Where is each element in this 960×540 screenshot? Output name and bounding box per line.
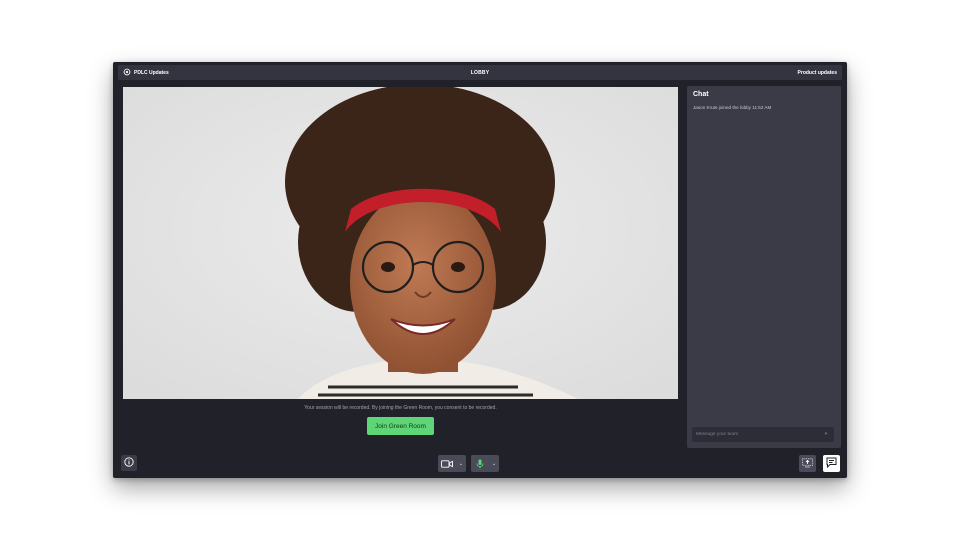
microphone-icon[interactable] — [471, 455, 489, 472]
microphone-control[interactable]: ⌄ — [471, 455, 499, 472]
top-bar: PDLC Updates LOBBY Product updates — [118, 65, 842, 80]
video-preview — [123, 87, 678, 399]
room-title: LOBBY — [470, 69, 490, 76]
screen-share-icon — [802, 455, 813, 473]
camera-options-chevron-down-icon[interactable]: ⌄ — [456, 455, 466, 472]
chat-message: Jason Krute joined the lobby 11:52 AM — [693, 105, 772, 110]
chat-icon — [826, 455, 837, 473]
chat-panel: Chat Jason Krute joined the lobby 11:52 … — [687, 86, 841, 448]
recording-consent-text: Your session will be recorded. By joinin… — [304, 405, 497, 411]
brand-logo-icon — [123, 67, 131, 78]
camera-control[interactable]: ⌄ — [438, 455, 466, 472]
info-icon — [124, 454, 134, 472]
chat-toggle-button[interactable] — [823, 455, 840, 472]
camera-icon[interactable] — [438, 455, 456, 472]
chat-title: Chat — [693, 91, 709, 98]
session-name: Product updates — [797, 69, 837, 76]
brand-label: PDLC Updates — [134, 69, 169, 76]
brand: PDLC Updates — [118, 67, 318, 78]
app-window: PDLC Updates LOBBY Product updates Your … — [113, 62, 847, 478]
info-button[interactable] — [121, 455, 137, 471]
screen-share-button[interactable] — [799, 455, 816, 472]
send-icon[interactable]: ➤ — [824, 432, 829, 437]
join-green-room-button[interactable]: Join Green Room — [367, 417, 434, 435]
microphone-options-chevron-down-icon[interactable]: ⌄ — [489, 455, 499, 472]
chat-message-input[interactable] — [692, 427, 834, 442]
